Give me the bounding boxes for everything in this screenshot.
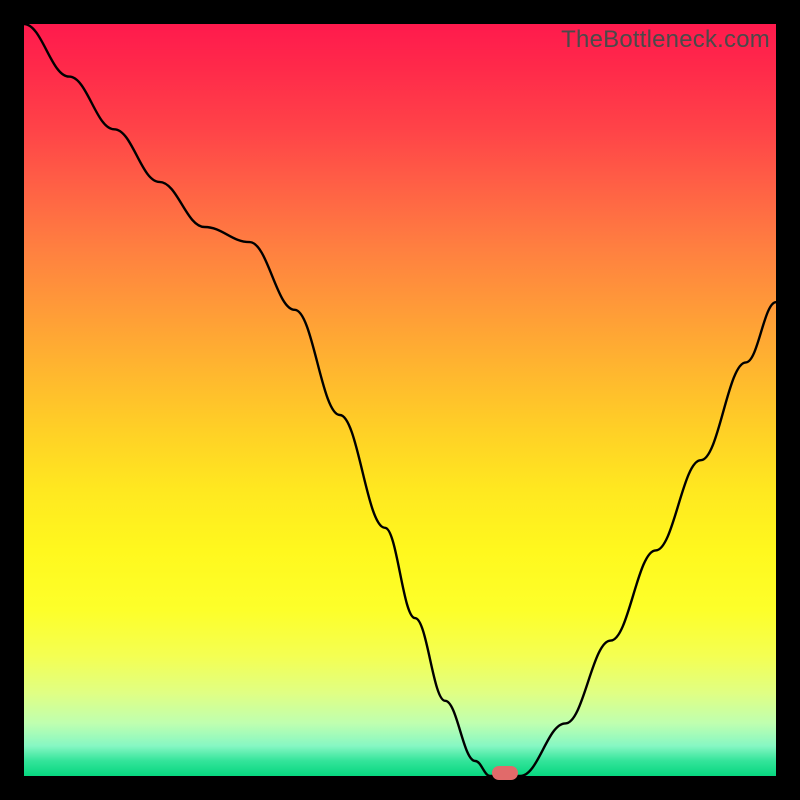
optimal-marker	[492, 766, 518, 780]
curve-path	[24, 24, 776, 776]
bottleneck-curve	[24, 24, 776, 776]
chart-frame: TheBottleneck.com	[0, 0, 800, 800]
plot-area: TheBottleneck.com	[24, 24, 776, 776]
